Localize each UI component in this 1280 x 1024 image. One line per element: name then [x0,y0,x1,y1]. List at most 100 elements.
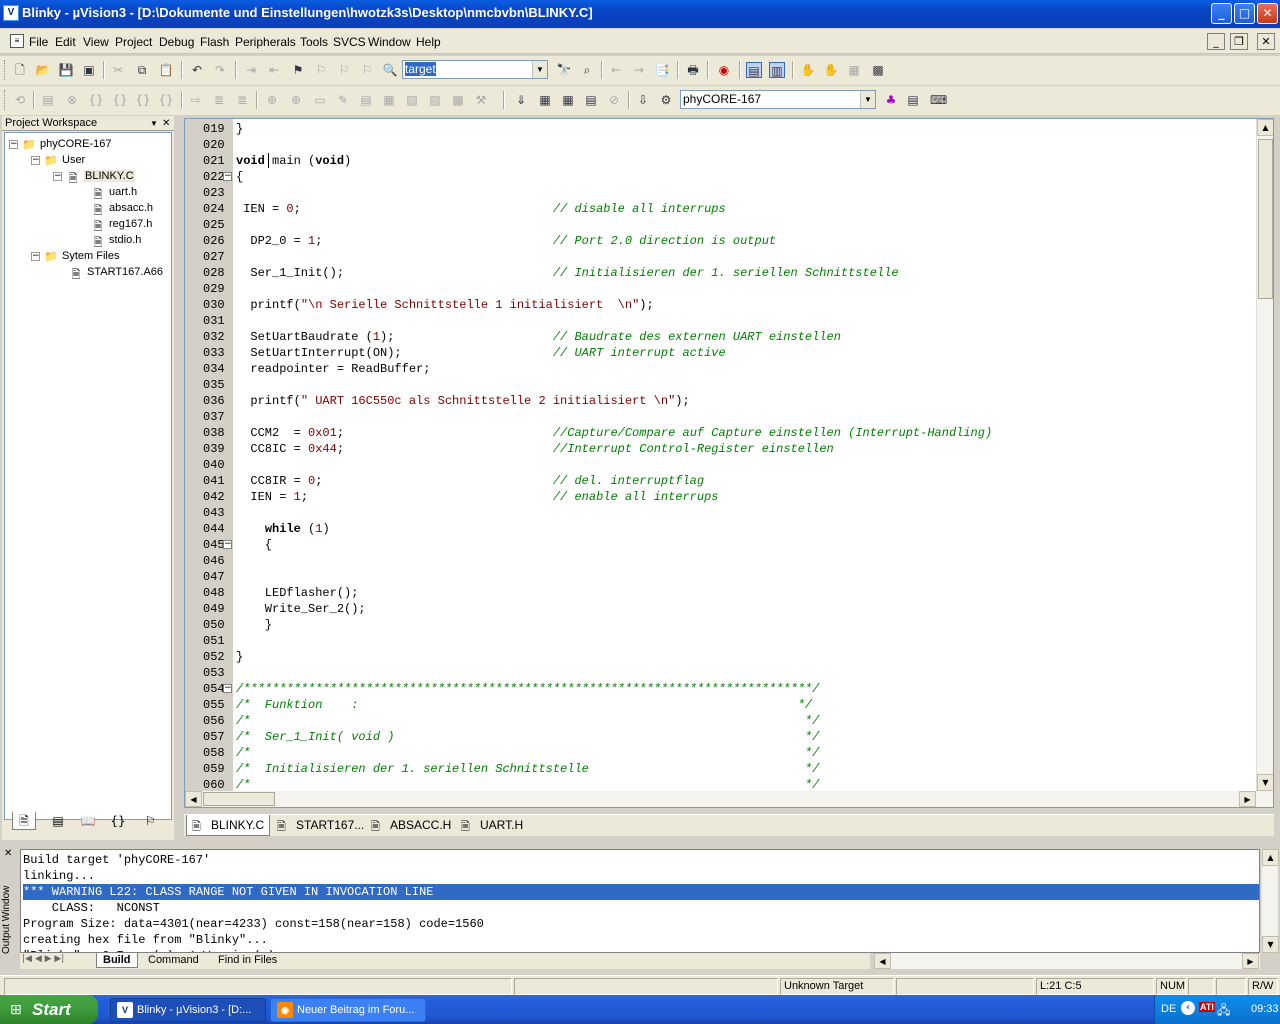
code-line[interactable]: CC8IC = 0x44; //Interrupt Control-Regist… [236,441,833,457]
incremental-find-icon[interactable]: ⌕ [579,62,595,78]
stop-build-icon[interactable]: ⊘ [606,92,622,108]
collapse-icon[interactable]: − [31,251,40,261]
menu-project[interactable]: Project [115,35,152,49]
scroll-right-icon[interactable]: ▶ [1239,791,1256,807]
chevron-down-icon[interactable]: ▼ [532,61,547,78]
code-line[interactable]: Write_Ser_2(); [236,601,366,617]
symbols-icon[interactable]: ⊕ [264,92,280,108]
code-coverage-icon[interactable]: ▩ [450,92,466,108]
step-out-icon[interactable]: {} [135,92,151,108]
tab-build[interactable]: Build [96,953,138,968]
templates-tab-icon[interactable]: ⚐ [138,812,162,830]
tab-start167[interactable]: 🗎 START167... [272,815,364,836]
collapse-icon[interactable]: − [9,139,18,149]
code-editor[interactable]: 019 020 021 022−023 024 025 026 027 028 029 030 031… [184,118,1274,808]
language-indicator[interactable]: DE [1161,1003,1176,1015]
code-line[interactable]: } [236,617,272,633]
document-icon[interactable]: ≡ [10,34,24,48]
chevron-down-icon[interactable]: ▼ [860,91,875,108]
output-line[interactable]: Program Size: data=4301(near=4233) const… [23,916,1259,932]
tab-nav-icon[interactable]: |◀ ◀ ▶ ▶| [22,954,64,964]
call-stack-icon[interactable]: ▭ [312,92,328,108]
open-file-icon[interactable]: 📂 [35,62,51,78]
tab-blinky-c[interactable]: 🗎 BLINKY.C [186,815,270,836]
minimize-button[interactable]: _ [1211,3,1232,24]
code-line[interactable]: { [236,169,243,185]
translate-icon[interactable]: ⇓ [513,92,529,108]
bookmark-prev-icon[interactable]: ⚐ [336,62,352,78]
code-line[interactable]: /* */ [236,713,819,729]
code-line[interactable]: printf(" UART 16C550c als Schnittstelle … [236,393,689,409]
disabled-tool-icon[interactable]: ▦ [846,62,862,78]
code-line[interactable]: printf("\n Serielle Schnittstelle 1 init… [236,297,653,313]
menu-tools[interactable]: Tools [300,35,328,49]
toolbar-grip[interactable] [4,90,7,110]
scroll-thumb[interactable] [1258,139,1273,299]
code-line[interactable]: CCM2 = 0x01; //Capture/Compare auf Captu… [236,425,992,441]
tree-item-stdio-h[interactable]: 🗎 stdio.h [91,233,142,249]
save-icon[interactable]: 💾 [58,62,74,78]
code-line[interactable]: IEN = 0; // disable all interrups [236,201,726,217]
find-combo[interactable]: target ▼ [402,60,548,79]
serial-icon[interactable]: ▦ [381,92,397,108]
title-bar[interactable]: V Blinky - µVision3 - [D:\Dokumente und … [0,0,1280,28]
back-icon[interactable]: ← [608,62,624,78]
tab-find-in-files[interactable]: Find in Files [212,953,283,968]
debug-session-icon[interactable]: ◉ [716,62,732,78]
vertical-scrollbar[interactable]: ▲ ▼ [1256,119,1273,791]
find-icon[interactable]: 🔭 [556,62,572,78]
menu-svcs[interactable]: SVCS [333,35,366,49]
regs-tab-icon[interactable]: ▤ [46,812,70,830]
output-line[interactable]: creating hex file from "Blinky"... [23,932,1259,948]
code-line[interactable]: LEDflasher(); [236,585,359,601]
code-area[interactable]: } void main (void){ IEN = 0; // disable a… [185,121,1255,792]
options-tool-icon[interactable]: ⚒ [473,92,489,108]
manage-books-icon[interactable]: ▤ [905,92,921,108]
registers-icon[interactable]: ⊕ [288,92,304,108]
copy-icon[interactable]: ⧉ [134,62,150,78]
maximize-button[interactable]: □ [1234,3,1255,24]
task-browser[interactable]: ◉ Neuer Beitrag im Foru... [270,998,426,1022]
tree-item-absacc-h[interactable]: 🗎 absacc.h [91,201,153,217]
project-tree[interactable]: − 📁 phyCORE-167 − 📁 User − 🗎 BLINKY.C 🗎 uart.h … [4,132,172,820]
step-into-icon[interactable]: {} [88,92,104,108]
tree-item-user[interactable]: − 📁 User [31,153,85,168]
collapse-icon[interactable]: − [53,171,62,181]
start-button[interactable]: ⊞ Start [0,995,98,1024]
code-line[interactable]: /* Funktion : */ [236,697,812,713]
cut-icon[interactable]: ✂ [110,62,126,78]
menu-flash[interactable]: Flash [200,35,229,49]
tab-command[interactable]: Command [142,953,205,968]
save-all-icon[interactable]: ▣ [81,62,97,78]
functions-tab-icon[interactable]: {} [106,812,130,830]
tree-item-system-files[interactable]: − 📁 Sytem Files [31,249,119,264]
scroll-up-icon[interactable]: ▲ [1262,849,1279,866]
output-vertical-scrollbar[interactable]: ▲ ▼ [1261,849,1279,953]
bookmark-toggle-icon[interactable]: ⚑ [290,62,306,78]
watch-icon[interactable]: ✎ [335,92,351,108]
redo-icon[interactable]: ↷ [212,62,228,78]
configure-icon[interactable]: ⌨ [930,92,947,108]
step-over-icon[interactable]: {} [112,92,128,108]
horizontal-scrollbar[interactable]: ◀ ▶ [185,791,1273,807]
batch-build-icon[interactable]: ▤ [583,92,599,108]
tree-item-reg167-h[interactable]: 🗎 reg167.h [91,217,153,233]
code-line[interactable]: SetUartBaudrate (1); // Baudrate des ext… [236,329,841,345]
output-line[interactable]: CLASS: NCONST [23,900,1259,916]
code-line[interactable]: readpointer = ReadBuffer; [236,361,430,377]
close-button[interactable]: ✕ [1257,3,1278,24]
run-to-cursor-icon[interactable]: {} [158,92,174,108]
stop-tool-icon[interactable]: ✋ [823,62,839,78]
tree-item-blinky-c[interactable]: − 🗎 BLINKY.C [53,169,135,185]
files-tab-icon[interactable]: 🗎 [12,812,36,830]
target-combo[interactable]: phyCORE-167 ▼ [680,90,876,109]
chevron-down-icon[interactable]: ▼ [150,116,158,131]
command-window-icon[interactable]: ≣ [211,92,227,108]
print-icon[interactable]: 🖶 [685,62,701,78]
scroll-right-icon[interactable]: ▶ [1242,953,1259,969]
ati-tray-icon[interactable]: ATI [1199,1002,1215,1012]
code-line[interactable]: /* Initialisieren der 1. seriellen Schni… [236,761,819,777]
code-line[interactable]: SetUartInterrupt(ON); // UART interrupt … [236,345,725,361]
tab-absacc-h[interactable]: 🗎 ABSACC.H [366,815,454,836]
menu-peripherals[interactable]: Peripherals [235,35,296,49]
